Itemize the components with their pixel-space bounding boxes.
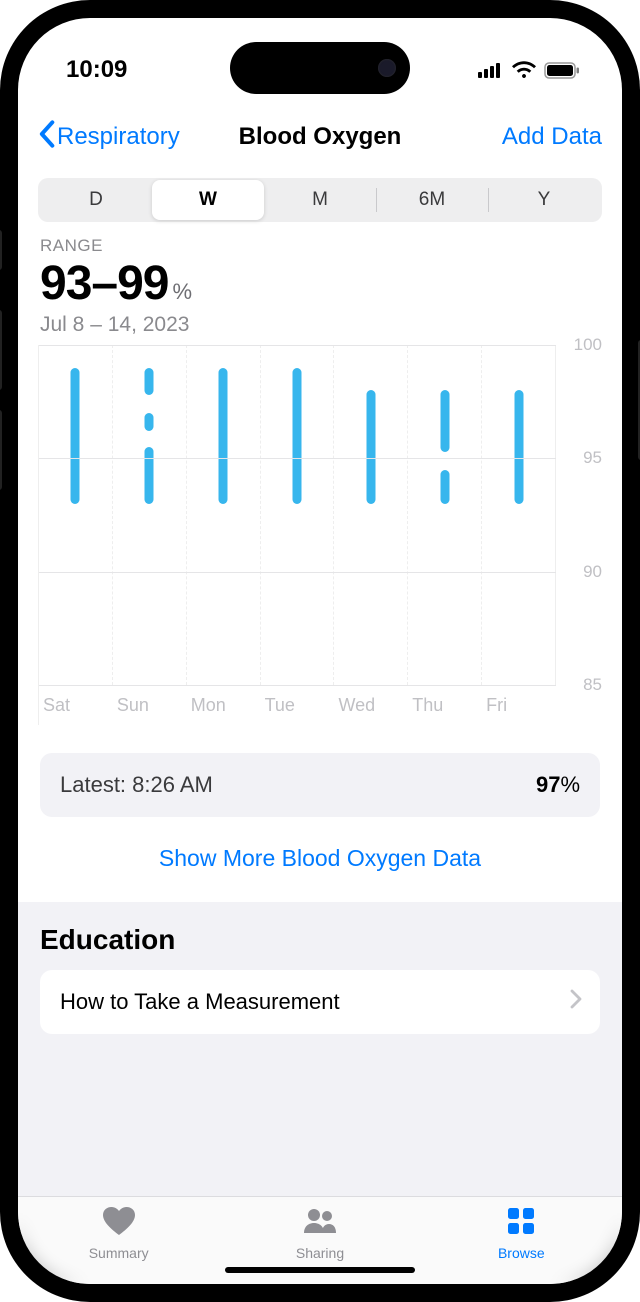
latest-label: Latest: 8:26 AM xyxy=(60,772,213,798)
x-label-sat: Sat xyxy=(39,689,113,725)
phone-frame: 10:09 Respiratory Blood Ox xyxy=(0,0,640,1302)
phone-screen: 10:09 Respiratory Blood Ox xyxy=(18,18,622,1284)
range-date: Jul 8 – 14, 2023 xyxy=(40,313,600,337)
chevron-left-icon xyxy=(38,120,55,155)
latest-value: 97 xyxy=(536,772,560,797)
chart-range-bar xyxy=(145,413,154,431)
x-label-tue: Tue xyxy=(261,689,335,725)
grid-icon xyxy=(503,1205,539,1242)
back-button[interactable]: Respiratory xyxy=(38,120,180,155)
x-label-wed: Wed xyxy=(334,689,408,725)
latest-unit: % xyxy=(560,772,580,797)
battery-icon xyxy=(544,62,580,79)
x-label-fri: Fri xyxy=(482,689,556,725)
chart-range-bar xyxy=(366,390,375,503)
x-label-mon: Mon xyxy=(187,689,261,725)
chart-range-bar xyxy=(145,368,154,395)
blood-oxygen-chart[interactable]: Sat Sun Mon Tue Wed Thu Fri 859095100 xyxy=(38,345,602,725)
tab-summary[interactable]: Summary xyxy=(18,1205,219,1261)
segment-week[interactable]: W xyxy=(152,180,264,220)
chart-day-column[interactable] xyxy=(261,345,335,685)
chart-range-bar xyxy=(219,368,228,504)
home-indicator[interactable] xyxy=(225,1267,415,1273)
chart-day-column[interactable] xyxy=(482,345,556,685)
y-axis-label: 90 xyxy=(583,562,602,582)
status-time: 10:09 xyxy=(66,56,127,84)
nav-bar: Respiratory Blood Oxygen Add Data xyxy=(18,106,622,168)
time-range-segmented: D W M 6M Y xyxy=(38,178,602,222)
education-section: Education How to Take a Measurement xyxy=(18,902,622,1196)
tab-browse-label: Browse xyxy=(498,1245,545,1261)
dynamic-island xyxy=(230,42,410,94)
range-label: RANGE xyxy=(40,236,600,256)
education-title: Education xyxy=(40,924,600,956)
chart-day-column[interactable] xyxy=(113,345,187,685)
y-axis-label: 85 xyxy=(583,675,602,695)
tab-summary-label: Summary xyxy=(89,1245,149,1261)
chart-range-bar xyxy=(293,368,302,504)
chart-range-bar xyxy=(440,390,449,451)
chart-range-bar xyxy=(514,390,523,503)
segment-six-month[interactable]: 6M xyxy=(376,180,488,220)
wifi-icon xyxy=(512,61,536,79)
add-data-button[interactable]: Add Data xyxy=(502,123,602,151)
range-unit: % xyxy=(172,279,191,305)
heart-icon xyxy=(101,1205,137,1242)
chart-day-column[interactable] xyxy=(334,345,408,685)
x-label-thu: Thu xyxy=(408,689,482,725)
segment-month[interactable]: M xyxy=(264,180,376,220)
segment-year[interactable]: Y xyxy=(488,180,600,220)
tab-sharing-label: Sharing xyxy=(296,1245,344,1261)
cellular-icon xyxy=(478,62,504,78)
y-axis-label: 95 xyxy=(583,448,602,468)
education-row-measurement[interactable]: How to Take a Measurement xyxy=(40,970,600,1034)
chart-day-column[interactable] xyxy=(408,345,482,685)
chart-range-bar xyxy=(71,368,80,504)
education-row-label: How to Take a Measurement xyxy=(60,989,340,1015)
people-icon xyxy=(302,1205,338,1242)
tab-browse[interactable]: Browse xyxy=(421,1205,622,1261)
y-axis-label: 100 xyxy=(574,335,602,355)
latest-reading-card[interactable]: Latest: 8:26 AM 97% xyxy=(40,753,600,817)
range-value: 93–99 xyxy=(40,256,168,311)
segment-day[interactable]: D xyxy=(40,180,152,220)
x-label-sun: Sun xyxy=(113,689,187,725)
chart-range-bar xyxy=(145,447,154,504)
back-label: Respiratory xyxy=(57,123,180,151)
chart-day-column[interactable] xyxy=(187,345,261,685)
chart-day-column[interactable] xyxy=(39,345,113,685)
show-more-button[interactable]: Show More Blood Oxygen Data xyxy=(18,817,622,902)
tab-sharing[interactable]: Sharing xyxy=(219,1205,420,1261)
chart-range-bar xyxy=(440,470,449,504)
chevron-right-icon xyxy=(570,989,582,1015)
range-summary: RANGE 93–99 % Jul 8 – 14, 2023 xyxy=(18,228,622,337)
